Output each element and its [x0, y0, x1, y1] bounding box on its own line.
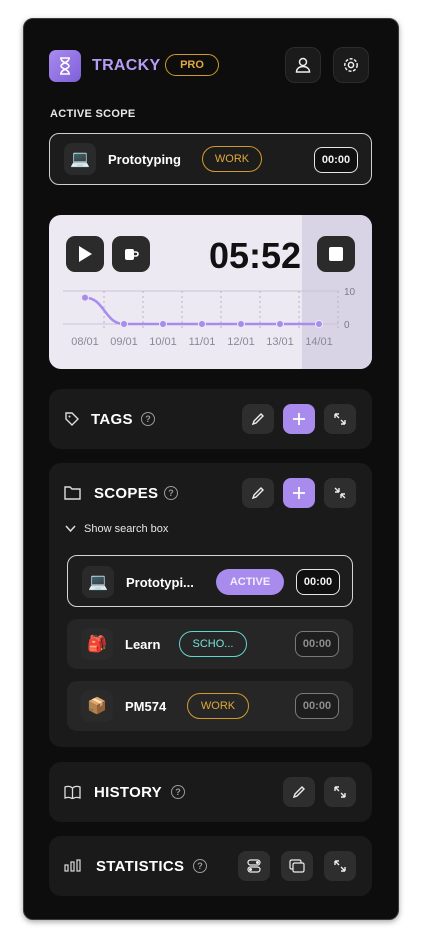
chart-x-label: 08/01	[71, 336, 99, 348]
active-scope-tag[interactable]: WORK	[202, 146, 262, 172]
history-title: HISTORY	[94, 784, 162, 801]
play-icon	[79, 246, 92, 262]
scope-tag[interactable]: WORK	[187, 693, 249, 719]
user-icon	[295, 57, 311, 73]
gear-icon	[344, 58, 358, 72]
plus-icon	[293, 413, 305, 425]
app-window: TRACKY PRO ACTIVE SCOPE 💻 Prototyping WO…	[23, 18, 399, 920]
scope-name: Prototypi...	[126, 575, 194, 590]
pencil-icon	[251, 487, 264, 500]
pencil-icon	[251, 413, 264, 426]
chart-point	[120, 320, 128, 328]
history-expand-button[interactable]	[324, 777, 356, 807]
active-scope-card[interactable]: 💻 Prototyping WORK 00:00	[49, 133, 372, 185]
active-scope-name: Prototyping	[108, 152, 181, 167]
chart-x-label: 12/01	[227, 336, 255, 348]
tags-expand-button[interactable]	[324, 404, 356, 434]
chart-point	[81, 293, 89, 302]
scopes-edit-button[interactable]	[242, 478, 274, 508]
scope-time[interactable]: 00:00	[295, 631, 339, 657]
chart-point	[198, 320, 206, 328]
scope-time[interactable]: 00:00	[295, 693, 339, 719]
search-box-toggle-label: Show search box	[84, 523, 169, 535]
active-scope-label: ACTIVE SCOPE	[50, 108, 136, 120]
scope-row-learn[interactable]: 🎒 Learn SCHO... 00:00	[67, 619, 353, 669]
chart-y-label: 10	[344, 287, 356, 298]
play-button[interactable]	[66, 236, 104, 272]
chart-x-label: 14/01	[305, 336, 333, 348]
tags-help-icon[interactable]: ?	[141, 412, 155, 426]
history-panel: HISTORY ?	[49, 762, 372, 822]
scopes-panel: SCOPES ? Show search box 💻 Prototypi... …	[49, 463, 372, 747]
statistics-window-button[interactable]	[281, 851, 313, 881]
laptop-icon: 💻	[64, 143, 96, 175]
plus-icon	[293, 487, 305, 499]
scopes-title: SCOPES	[94, 485, 159, 502]
activity-chart: 08/01 09/01 10/01 11/01 12/01 13/01 14/01 10 0	[63, 287, 356, 348]
history-help-icon[interactable]: ?	[171, 785, 185, 799]
chart-point	[237, 320, 245, 328]
chart-y-label: 0	[344, 320, 350, 331]
stop-button[interactable]	[317, 236, 355, 272]
timer-card: 05:52 08/01 09/01 10/01 11/01 12/01 13/01 14/0…	[49, 215, 372, 369]
expand-icon	[334, 413, 346, 425]
history-edit-button[interactable]	[283, 777, 315, 807]
package-icon: 📦	[81, 690, 113, 722]
chart-x-label: 11/01	[189, 336, 216, 348]
backpack-icon: 🎒	[81, 628, 113, 660]
windows-icon	[289, 859, 305, 873]
active-badge[interactable]: ACTIVE	[216, 569, 284, 595]
statistics-toggle-button[interactable]	[238, 851, 270, 881]
scope-tag[interactable]: SCHO...	[179, 631, 247, 657]
statistics-panel: STATISTICS ?	[49, 836, 372, 896]
expand-icon	[334, 786, 346, 798]
active-scope-time[interactable]: 00:00	[314, 147, 358, 173]
hourglass-icon	[49, 50, 81, 82]
user-button[interactable]	[285, 47, 321, 83]
scope-row-prototyping[interactable]: 💻 Prototypi... ACTIVE 00:00	[67, 555, 353, 607]
pencil-icon	[292, 786, 305, 799]
chart-point	[159, 320, 167, 328]
chart-x-label: 09/01	[110, 336, 138, 348]
collapse-icon	[334, 487, 346, 499]
app-title: TRACKY	[92, 57, 161, 74]
chart-point	[315, 320, 323, 328]
break-button[interactable]	[112, 236, 150, 272]
tags-panel: TAGS ?	[49, 389, 372, 449]
folder-icon	[64, 486, 81, 500]
expand-icon	[334, 860, 346, 872]
tags-title: TAGS	[91, 411, 133, 428]
book-icon	[64, 785, 81, 799]
scopes-help-icon[interactable]: ?	[164, 486, 178, 500]
search-box-toggle[interactable]: Show search box	[65, 523, 168, 535]
coffee-cup-icon	[125, 249, 139, 260]
timer-display: 05:52	[209, 235, 302, 276]
statistics-title: STATISTICS	[96, 858, 185, 875]
laptop-icon: 💻	[82, 566, 114, 598]
scope-row-pm574[interactable]: 📦 PM574 WORK 00:00	[67, 681, 353, 731]
settings-button[interactable]	[333, 47, 369, 83]
scope-name: PM574	[125, 699, 167, 714]
statistics-expand-button[interactable]	[324, 851, 356, 881]
scopes-add-button[interactable]	[283, 478, 315, 508]
chevron-down-icon	[65, 525, 76, 533]
stop-icon	[329, 247, 343, 261]
bar-chart-icon	[64, 859, 81, 872]
tags-add-button[interactable]	[283, 404, 315, 434]
scope-time[interactable]: 00:00	[296, 569, 340, 595]
chart-x-label: 10/01	[149, 336, 177, 348]
pro-badge[interactable]: PRO	[165, 54, 219, 76]
toggles-icon	[247, 859, 261, 873]
statistics-help-icon[interactable]: ?	[193, 859, 207, 873]
chart-point	[276, 320, 284, 328]
chart-x-label: 13/01	[266, 336, 294, 348]
tag-icon	[65, 412, 79, 426]
scopes-collapse-button[interactable]	[324, 478, 356, 508]
tags-edit-button[interactable]	[242, 404, 274, 434]
scope-name: Learn	[125, 637, 161, 652]
